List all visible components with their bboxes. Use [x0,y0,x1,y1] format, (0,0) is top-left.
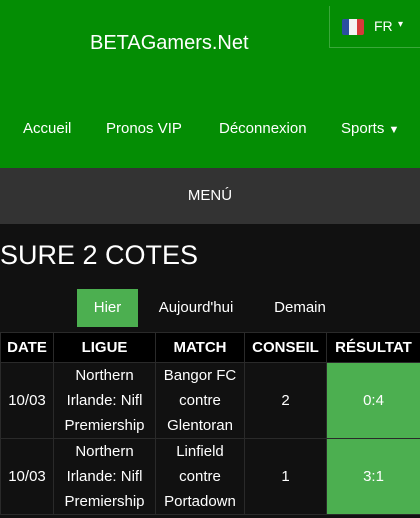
league-line: Northern [75,367,134,384]
league-line: Premiership [64,417,145,434]
language-selector[interactable]: FR ▾ [329,6,420,48]
language-code: FR [374,18,393,34]
table-row: 10/03 Northern Irlande: Nifl Premiership… [0,362,420,439]
column-header-match: MATCH [155,332,245,363]
column-header-date: DATE [0,332,54,363]
column-header-conseil: CONSEIL [244,332,327,363]
chevron-down-icon: ▾ [398,19,404,30]
menu-bar[interactable]: MENÚ [0,168,420,224]
nav-deconnexion[interactable]: Déconnexion [219,120,307,137]
match-line: Portadown [164,493,236,510]
nav-pronos-vip[interactable]: Pronos VIP [106,120,182,137]
tab-hier[interactable]: Hier [77,289,138,327]
site-brand[interactable]: BETAGamers.Net [90,32,249,55]
table-row: 10/03 Northern Irlande: Nifl Premiership… [0,438,420,515]
match-line: contre [179,392,221,409]
page-title: SURE 2 COTES [0,240,199,270]
tab-aujourdhui[interactable]: Aujourd'hui [146,289,246,327]
league-line: Irlande: Nifl [66,468,143,485]
league-line: Irlande: Nifl [66,392,143,409]
site-header: BETAGamers.Net FR ▾ Accueil Pronos VIP D… [0,0,420,168]
cell-match: Bangor FC contre Glentoran [155,362,245,439]
predictions-table: DATE LIGUE MATCH CONSEIL RÉSULTAT 10/03 … [0,332,420,515]
column-header-resultat: RÉSULTAT [326,332,420,363]
nav-accueil[interactable]: Accueil [23,120,71,137]
nav-sports[interactable]: Sports ▼ [341,120,399,137]
cell-league: Northern Irlande: Nifl Premiership [53,438,156,515]
match-line: Glentoran [167,417,233,434]
cell-match: Linfield contre Portadown [155,438,245,515]
menu-label: MENÚ [187,187,233,204]
tab-demain[interactable]: Demain [262,289,338,327]
cell-league: Northern Irlande: Nifl Premiership [53,362,156,439]
france-flag-icon [342,19,364,35]
table-header-row: DATE LIGUE MATCH CONSEIL RÉSULTAT [0,332,420,363]
match-line: Linfield [176,443,224,460]
cell-tip: 1 [244,438,327,515]
match-line: Bangor FC [163,367,237,384]
column-header-ligue: LIGUE [53,332,156,363]
cell-result: 3:1 [326,438,420,515]
league-line: Premiership [64,493,145,510]
cell-date: 10/03 [0,362,54,439]
match-line: contre [179,468,221,485]
nav-sports-label: Sports [341,120,385,137]
caret-down-icon: ▼ [388,124,400,136]
cell-result: 0:4 [326,362,420,439]
cell-tip: 2 [244,362,327,439]
cell-date: 10/03 [0,438,54,515]
league-line: Northern [75,443,134,460]
